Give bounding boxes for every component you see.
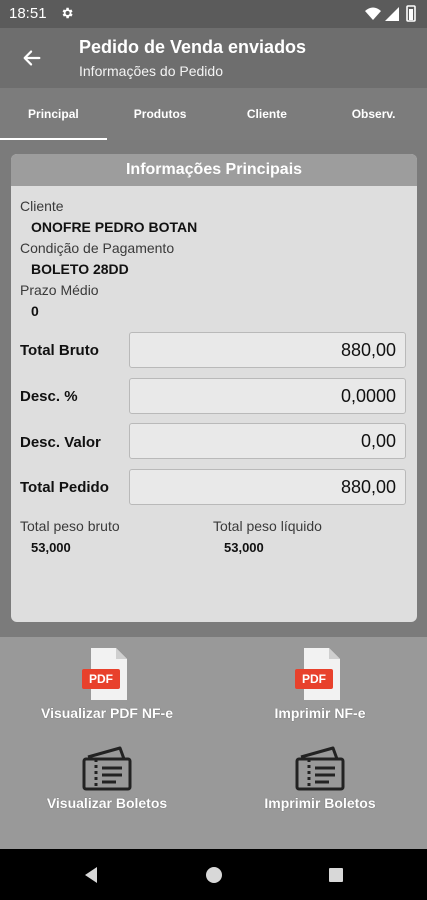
total-pedido-label: Total Pedido	[20, 479, 109, 496]
status-time: 18:51	[9, 5, 47, 22]
nav-home-icon[interactable]	[202, 863, 226, 887]
nav-recents-icon[interactable]	[324, 863, 348, 887]
tab-bar: Principal Produtos Cliente Observ.	[0, 88, 427, 140]
total-bruto-label: Total Bruto	[20, 342, 99, 359]
peso-bruto-value: 53,000	[31, 540, 71, 555]
visualizar-boletos-button[interactable]: Visualizar Boletos	[0, 745, 214, 811]
visualizar-boletos-label: Visualizar Boletos	[46, 795, 168, 811]
arrow-back-icon	[23, 50, 41, 66]
peso-bruto-label: Total peso bruto	[20, 518, 120, 534]
desc-valor-label: Desc. Valor	[20, 434, 101, 451]
content-area: Informações Principais Cliente ONOFRE PE…	[0, 140, 427, 637]
system-nav-bar	[0, 849, 427, 900]
desc-percent-label: Desc. %	[20, 388, 78, 405]
desc-percent-field[interactable]: 0,0000	[129, 378, 406, 414]
imprimir-nfe-label: Imprimir NF-e	[274, 705, 366, 721]
status-icons	[365, 5, 416, 22]
peso-liquido-value: 53,000	[224, 540, 264, 555]
tab-observ[interactable]: Observ.	[320, 88, 427, 140]
nav-back-icon[interactable]	[79, 863, 103, 887]
gear-icon	[62, 7, 73, 19]
peso-liquido-label: Total peso líquido	[213, 518, 322, 534]
prazo-medio-label: Prazo Médio	[20, 282, 99, 298]
visualizar-pdf-button[interactable]: PDF Visualizar PDF NF-e	[0, 647, 214, 721]
ticket-icon	[295, 746, 345, 791]
desc-valor-field[interactable]: 0,00	[129, 423, 406, 459]
tab-principal[interactable]: Principal	[0, 88, 107, 140]
actions-panel: PDF Visualizar PDF NF-e PDF Imprimir NF-…	[0, 637, 427, 849]
card-header: Informações Principais	[11, 154, 417, 186]
condicao-pagamento-label: Condição de Pagamento	[20, 240, 175, 256]
cliente-label: Cliente	[20, 198, 64, 214]
imprimir-boletos-label: Imprimir Boletos	[264, 795, 376, 811]
total-bruto-field[interactable]: 880,00	[129, 332, 406, 368]
app-bar: Pedido de Venda enviados Informações do …	[0, 28, 427, 88]
tab-produtos[interactable]: Produtos	[107, 88, 214, 140]
back-button[interactable]	[14, 40, 50, 76]
wifi-icon	[365, 7, 381, 20]
pdf-file-icon: PDF	[82, 648, 127, 700]
ticket-icon	[82, 746, 132, 791]
signal-icon	[385, 7, 399, 21]
total-pedido-field[interactable]: 880,00	[129, 469, 406, 505]
tab-cliente[interactable]: Cliente	[214, 88, 321, 140]
info-card: Informações Principais Cliente ONOFRE PE…	[11, 154, 417, 622]
pdf-file-icon: PDF	[295, 648, 340, 700]
cliente-value: ONOFRE PEDRO BOTAN	[31, 219, 198, 235]
imprimir-nfe-button[interactable]: PDF Imprimir NF-e	[213, 647, 427, 721]
condicao-pagamento-value: BOLETO 28DD	[31, 261, 129, 277]
page-subtitle: Informações do Pedido	[79, 63, 223, 79]
visualizar-pdf-label: Visualizar PDF NF-e	[40, 705, 173, 721]
pdf-badge: PDF	[89, 672, 113, 686]
imprimir-boletos-button[interactable]: Imprimir Boletos	[213, 745, 427, 811]
status-bar: 18:51	[0, 0, 427, 28]
page-title: Pedido de Venda enviados	[79, 37, 307, 57]
prazo-medio-value: 0	[31, 303, 39, 319]
pdf-badge: PDF	[302, 672, 326, 686]
